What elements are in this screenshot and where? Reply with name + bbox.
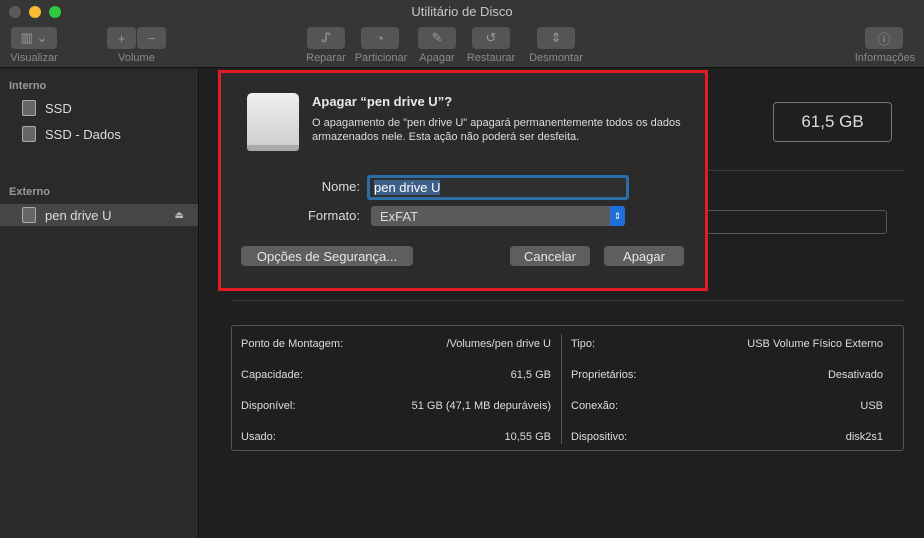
erase-icon: ✎ xyxy=(431,30,443,45)
repair-button[interactable]: ᔑ xyxy=(307,27,345,49)
name-label: Nome: xyxy=(321,179,360,194)
info-button[interactable]: ⓘ xyxy=(865,27,903,49)
security-options-button[interactable]: Opções de Segurança... xyxy=(241,246,413,266)
sidebar-item-ssd[interactable]: SSD xyxy=(0,97,198,119)
info-row: Proprietários: Desativado xyxy=(571,369,883,381)
unmount-button[interactable]: ⇕ xyxy=(537,27,575,49)
view-button[interactable]: ▥ ⌄ xyxy=(11,27,57,49)
restore-button[interactable]: ↺ xyxy=(472,27,510,49)
divider xyxy=(232,300,905,301)
erase-label: Apagar xyxy=(419,52,455,64)
info-value: /Volumes/pen drive U xyxy=(446,338,551,350)
disk-icon xyxy=(22,126,36,142)
info-label: Conexão: xyxy=(571,400,619,412)
info-label: Ponto de Montagem: xyxy=(241,338,344,350)
name-input[interactable]: pen drive U xyxy=(367,175,629,200)
sidebar-item-pen-drive[interactable]: pen drive U ⏏ xyxy=(0,204,198,226)
cancel-button[interactable]: Cancelar xyxy=(510,246,590,266)
restore-label: Restaurar xyxy=(466,52,516,64)
info-label: Tipo: xyxy=(571,338,596,350)
info-label: Capacidade: xyxy=(241,369,303,381)
dialog-title: Apagar “pen drive U”? xyxy=(312,94,453,109)
toolbar: Utilitário de Disco ▥ ⌄ Visualizar + − V… xyxy=(0,0,924,68)
info-row: Disponível: 51 GB (47,1 MB depuráveis) xyxy=(241,400,551,412)
info-value: disk2s1 xyxy=(845,431,883,443)
disk-icon xyxy=(22,207,36,223)
erase-button[interactable]: Apagar xyxy=(604,246,684,266)
info-row: Dispositivo: disk2s1 xyxy=(571,431,883,443)
drive-icon xyxy=(247,93,299,151)
info-value: USB Volume Físico Externo xyxy=(747,338,883,350)
info-icon: ⓘ xyxy=(877,31,891,47)
unmount-icon: ⇕ xyxy=(550,30,562,45)
info-value: 51 GB (47,1 MB depuráveis) xyxy=(411,400,551,412)
window-title: Utilitário de Disco xyxy=(411,4,513,19)
eject-icon[interactable]: ⏏ xyxy=(175,210,184,221)
repair-label: Reparar xyxy=(306,52,346,64)
info-label: Usado: xyxy=(241,431,276,443)
chevron-updown-icon: ⇕ xyxy=(610,206,625,226)
info-value: 10,55 GB xyxy=(504,431,551,443)
stethoscope-icon: ᔑ xyxy=(321,30,331,45)
erase-toolbar-button[interactable]: ✎ xyxy=(418,27,456,49)
sidebar-item-label: pen drive U xyxy=(45,207,112,223)
disk-icon xyxy=(22,100,36,116)
volume-label: Volume xyxy=(118,52,155,64)
format-select[interactable]: ExFAT ⇕ xyxy=(371,206,625,226)
sidebar-item-ssd-dados[interactable]: SSD - Dados xyxy=(0,123,198,145)
capacity-display: 61,5 GB xyxy=(773,102,892,142)
pie-icon: ◔ xyxy=(376,30,384,46)
erase-dialog: Apagar “pen drive U”? O apagamento de "p… xyxy=(218,70,708,291)
section-external: Externo xyxy=(9,186,50,198)
info-row: Usado: 10,55 GB xyxy=(241,431,551,443)
usage-bar xyxy=(700,210,887,234)
sidebar-item-label: SSD xyxy=(45,100,72,116)
partition-button[interactable]: ◔ xyxy=(361,27,399,49)
info-value: Desativado xyxy=(827,369,883,381)
sidebar-item-label: SSD - Dados xyxy=(45,126,121,142)
partition-label: Particionar xyxy=(354,52,408,64)
column-divider xyxy=(561,334,562,444)
name-input-value: pen drive U xyxy=(374,180,441,195)
info-value: USB xyxy=(860,400,883,412)
info-table: Ponto de Montagem: /Volumes/pen drive U Ca… xyxy=(231,325,904,451)
info-label: Dispositivo: xyxy=(571,431,628,443)
info-label: Proprietários: xyxy=(571,369,637,381)
info-row: Ponto de Montagem: /Volumes/pen drive U xyxy=(241,338,551,350)
info-value: 61,5 GB xyxy=(510,369,551,381)
format-value: ExFAT xyxy=(380,208,419,224)
unmount-label: Desmontar xyxy=(529,52,583,64)
view-label: Visualizar xyxy=(10,52,58,64)
info-row: Capacidade: 61,5 GB xyxy=(241,369,551,381)
remove-volume-button[interactable]: − xyxy=(137,27,166,49)
info-label: Disponível: xyxy=(241,400,296,412)
restore-icon: ↺ xyxy=(485,30,497,45)
add-volume-button[interactable]: + xyxy=(107,27,136,49)
info-row: Conexão: USB xyxy=(571,400,883,412)
format-label: Formato: xyxy=(307,208,360,223)
section-internal: Interno xyxy=(9,80,47,92)
sidebar: Interno SSD SSD - Dados Externo pen driv… xyxy=(0,69,199,538)
dialog-message: O apagamento de "pen drive U" apagará pe… xyxy=(312,117,681,143)
info-row: Tipo: USB Volume Físico Externo xyxy=(571,338,883,350)
info-label: Informações xyxy=(854,52,916,64)
